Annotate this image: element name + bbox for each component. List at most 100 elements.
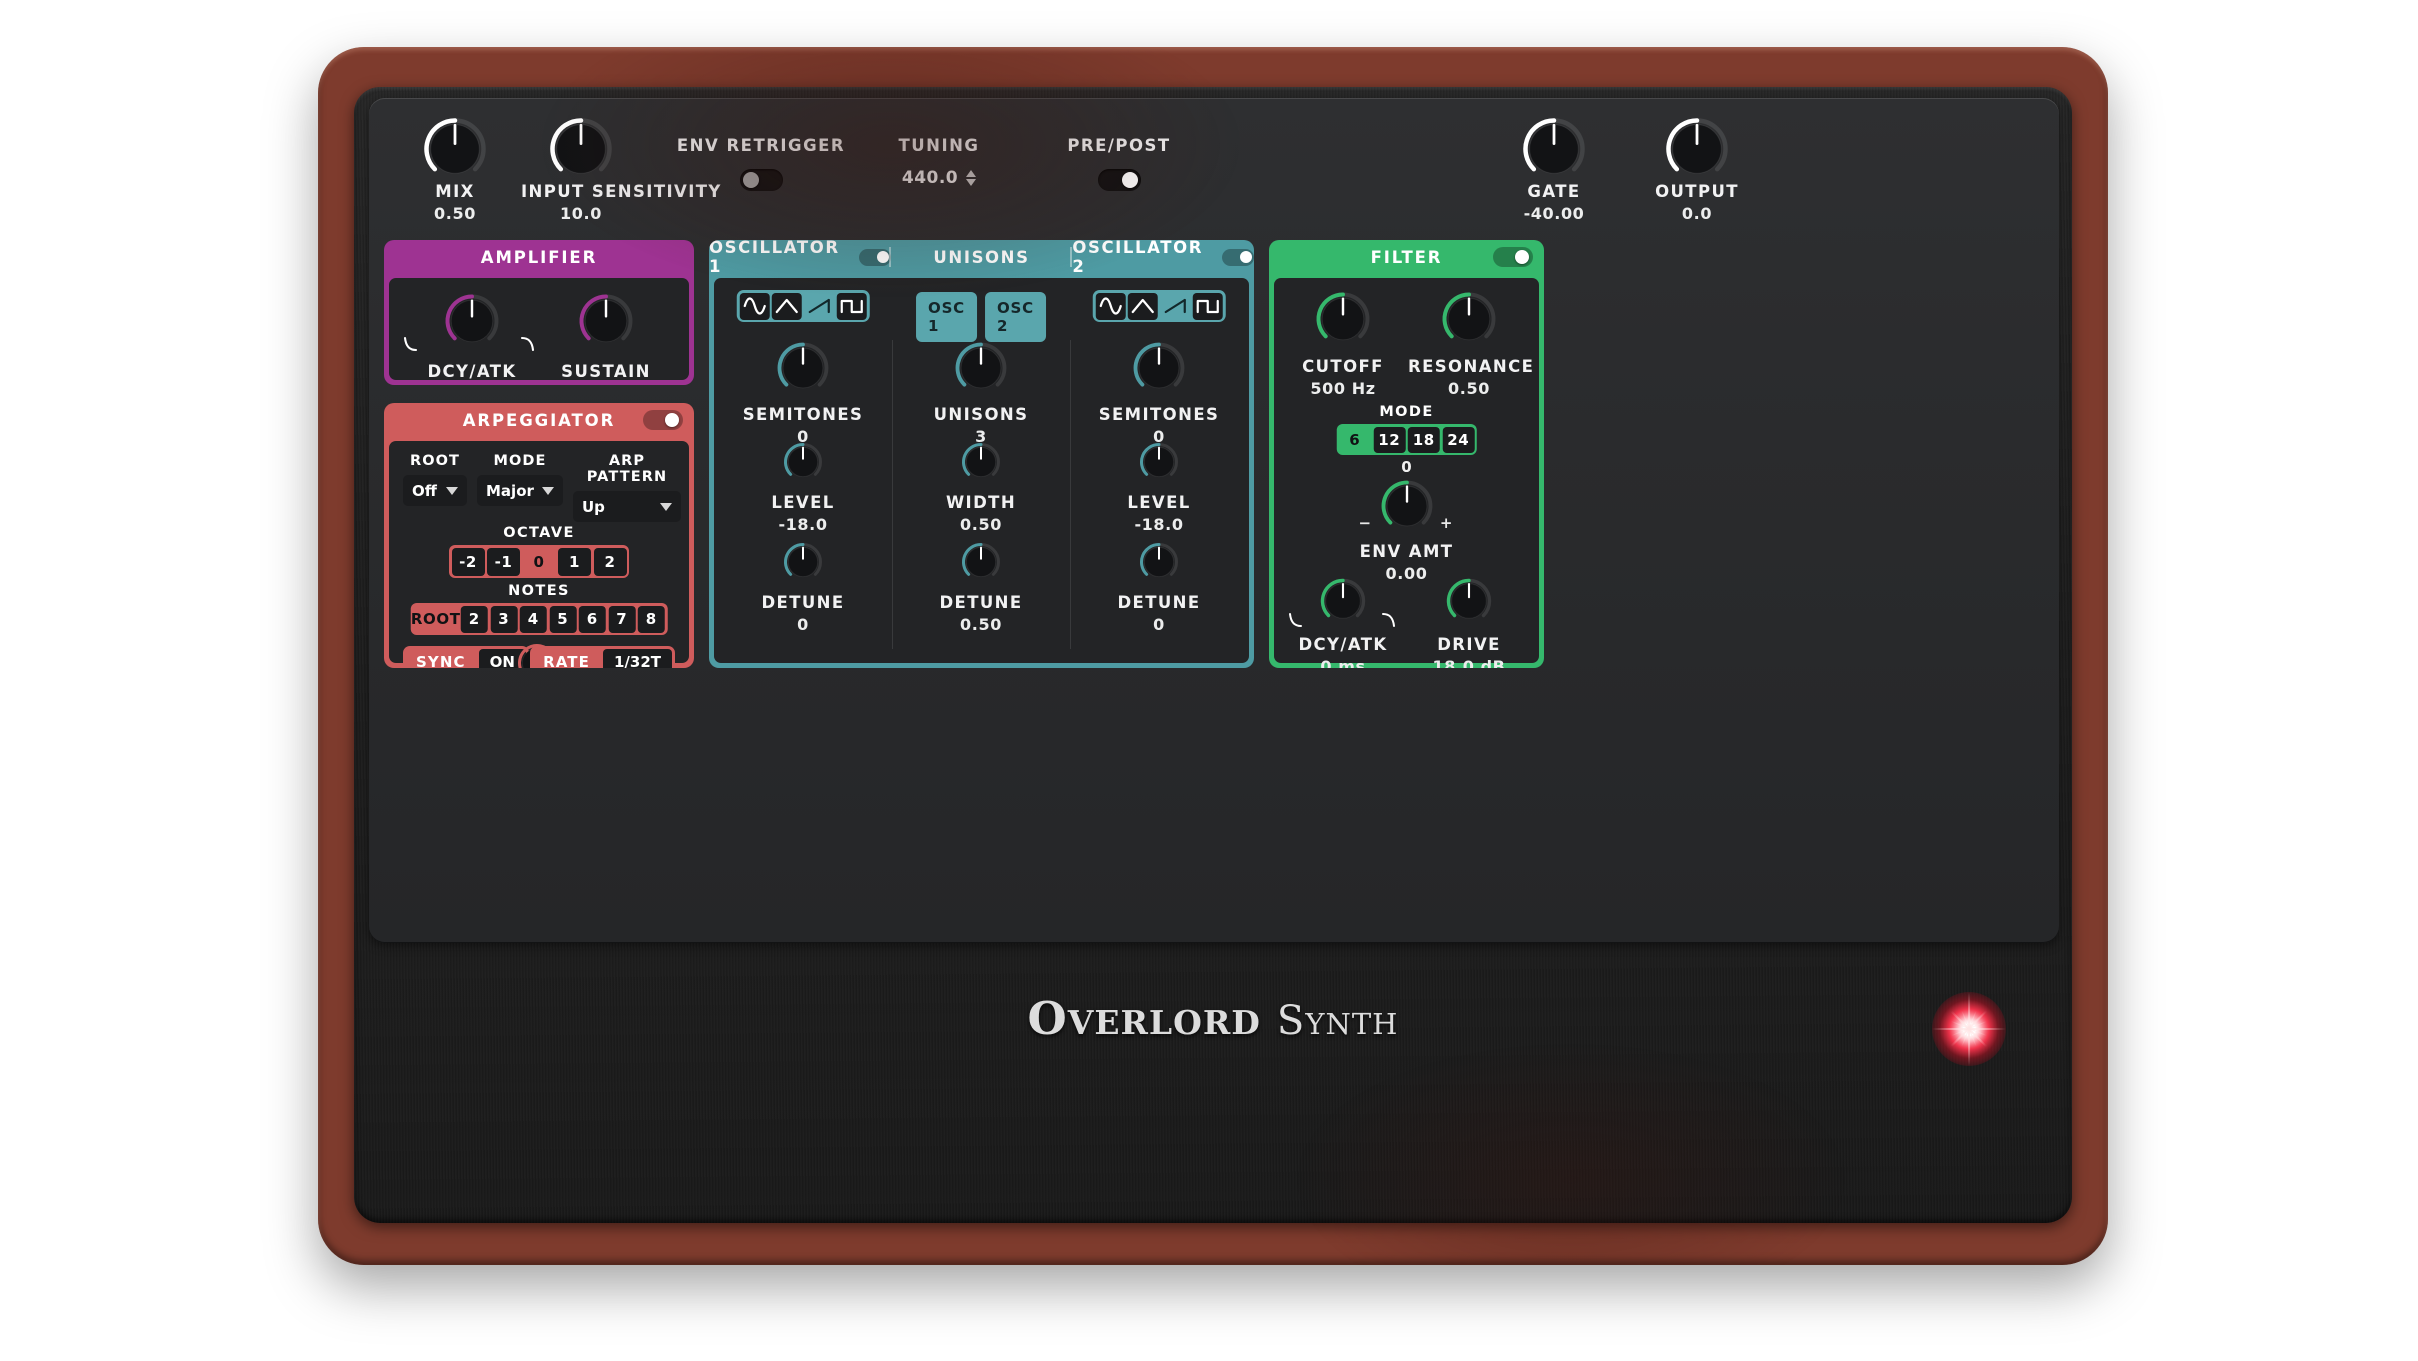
segment-option[interactable]: 18 (1407, 426, 1440, 453)
filter-mode-label: MODE (1379, 404, 1434, 420)
arp-rate-value: 1/32T (602, 649, 672, 668)
saw-wave-icon[interactable] (1160, 293, 1190, 320)
tuning-value: 440.0 (901, 168, 959, 188)
triangle-wave-icon[interactable] (1127, 292, 1158, 320)
arpeggiator-enable-toggle[interactable] (643, 410, 683, 430)
brand-logo: OVERLORD SYNTH (354, 992, 2072, 1045)
unisons-detune-knob[interactable] (959, 540, 1003, 584)
arp-sync-control[interactable]: SYNC ON (403, 646, 529, 668)
unisons-width-group: WIDTH 0.50 (892, 440, 1070, 534)
amplifier-module: AMPLIFIER DCY/ATK 0 ms (384, 240, 694, 385)
arp-pattern-label: ARP PATTERN (586, 453, 668, 485)
unisons-source-buttons: OSC 1 OSC 2 (916, 292, 1046, 342)
oscillator-2-enable-toggle[interactable] (1222, 248, 1254, 266)
filter-env-amt-knob[interactable] (1379, 478, 1435, 534)
filter-drive-knob[interactable] (1444, 576, 1494, 626)
synth-face-panel: MIX 0.50 INPUT SENSITIVITY 10.0 ENV RETR… (354, 87, 2072, 1223)
env-retrigger-toggle[interactable] (739, 169, 783, 191)
segment-option[interactable]: 0 (523, 548, 556, 576)
tuning-stepper-icon[interactable] (966, 170, 977, 186)
arp-pattern-dropdown[interactable]: Up (573, 491, 681, 522)
osc1-level-knob[interactable] (781, 440, 825, 484)
input-sensitivity-knob[interactable] (548, 116, 614, 182)
amp-sustain-label: SUSTAIN (561, 362, 651, 381)
amp-dcy-atk-knob[interactable] (443, 292, 501, 350)
oscillator-1-enable-toggle[interactable] (858, 248, 891, 266)
output-knob[interactable] (1664, 116, 1730, 182)
pre-post-toggle[interactable] (1097, 169, 1141, 191)
mix-knob-group: MIX 0.50 (395, 116, 515, 223)
filter-mode-selector[interactable]: 6 12 18 24 (1336, 424, 1477, 455)
arp-mode-dropdown[interactable]: Major (477, 475, 563, 506)
sine-wave-icon[interactable] (739, 292, 770, 320)
osc1-detune-group: DETUNE 0 (714, 540, 892, 634)
segment-option[interactable]: 2 (593, 547, 627, 576)
filter-drive-group: DRIVE 18.0 dB (1408, 576, 1530, 668)
arp-root-dropdown[interactable]: Off (403, 475, 467, 506)
filter-body: CUTOFF 500 Hz RESONANCE 0.50 MODE 6 12 18 2… (1274, 278, 1539, 668)
osc2-detune-group: DETUNE 0 (1070, 540, 1248, 634)
osc1-level-group: LEVEL -18.0 (714, 440, 892, 534)
gate-knob-group: GATE -40.00 (1494, 116, 1614, 223)
env-retrigger-label: ENV RETRIGGER (676, 136, 846, 155)
tuning-field[interactable]: 440.0 (839, 168, 1039, 188)
triangle-wave-icon[interactable] (771, 292, 802, 320)
segment-option[interactable]: 12 (1373, 426, 1406, 453)
amp-sustain-knob[interactable] (577, 292, 635, 350)
input-sensitivity-value: 10.0 (560, 204, 602, 223)
gate-knob[interactable] (1521, 116, 1587, 182)
mix-knob[interactable] (422, 116, 488, 182)
square-wave-icon[interactable] (1192, 292, 1223, 320)
segment-option[interactable]: 2 (460, 605, 488, 633)
segment-option[interactable]: 8 (637, 605, 665, 633)
tuning-label: TUNING (898, 136, 980, 155)
input-sensitivity-label: INPUT SENSITIVITY (521, 182, 722, 201)
segment-option[interactable]: 3 (490, 605, 518, 633)
saw-wave-icon[interactable] (804, 293, 834, 320)
segment-option[interactable]: 24 (1442, 426, 1475, 453)
segment-option[interactable]: 1 (558, 547, 591, 576)
segment-option[interactable]: 4 (519, 605, 547, 633)
filter-env-amt-minus-label: − (1358, 514, 1372, 532)
oscillator-2-header: OSCILLATOR 2 (1072, 240, 1254, 276)
filter-dcy-atk-knob[interactable] (1318, 576, 1368, 626)
osc1-semitones-knob[interactable] (775, 340, 831, 396)
output-knob-group: OUTPUT 0.0 (1637, 116, 1757, 223)
osc2-semitones-knob[interactable] (1131, 340, 1187, 396)
unisons-osc2-button[interactable]: OSC 2 (985, 292, 1046, 342)
segment-option[interactable]: 5 (549, 605, 577, 633)
sine-wave-icon[interactable] (1095, 292, 1126, 320)
unisons-width-knob[interactable] (959, 440, 1003, 484)
osc2-level-knob[interactable] (1137, 440, 1181, 484)
square-wave-icon[interactable] (836, 292, 867, 320)
arp-octave-selector[interactable]: -2 -1 0 1 2 (449, 545, 629, 578)
osc2-detune-knob[interactable] (1137, 540, 1181, 584)
segment-option[interactable]: 7 (608, 605, 636, 633)
segment-option[interactable]: ROOT (411, 606, 460, 633)
arp-notes-selector[interactable]: ROOT 2 3 4 5 6 7 8 (410, 603, 668, 635)
filter-cutoff-knob[interactable] (1314, 290, 1372, 348)
segment-option[interactable]: 6 (578, 605, 606, 633)
unisons-count-knob[interactable] (953, 340, 1009, 396)
mix-value: 0.50 (434, 204, 476, 223)
filter-resonance-knob[interactable] (1440, 290, 1498, 348)
osc1-detune-knob[interactable] (781, 540, 825, 584)
pre-post-group: PRE/POST (1019, 136, 1219, 191)
filter-env-amt-plus-label: + (1439, 514, 1453, 532)
unisons-osc1-button[interactable]: OSC 1 (916, 292, 977, 342)
arp-rate-control[interactable]: RATE 1/32T (530, 646, 675, 668)
unisons-width-value: 0.50 (960, 515, 1002, 534)
power-led-indicator (1932, 992, 2006, 1066)
oscillator-1-waveform-selector[interactable] (736, 290, 870, 322)
segment-option[interactable]: -2 (451, 547, 485, 576)
filter-dcy-atk-group: DCY/ATK 0 ms (1282, 576, 1404, 668)
filter-cutoff-value: 500 Hz (1310, 379, 1376, 398)
control-slab: MIX 0.50 INPUT SENSITIVITY 10.0 ENV RETR… (369, 98, 2059, 943)
gate-value: -40.00 (1523, 204, 1585, 223)
synth-cabinet: MIX 0.50 INPUT SENSITIVITY 10.0 ENV RETR… (318, 47, 2108, 1265)
segment-option[interactable]: -1 (487, 547, 520, 576)
oscillator-2-waveform-selector[interactable] (1092, 290, 1226, 322)
segment-option[interactable]: 6 (1339, 427, 1371, 453)
decay-curve-icon (403, 336, 423, 354)
filter-enable-toggle[interactable] (1493, 247, 1533, 267)
